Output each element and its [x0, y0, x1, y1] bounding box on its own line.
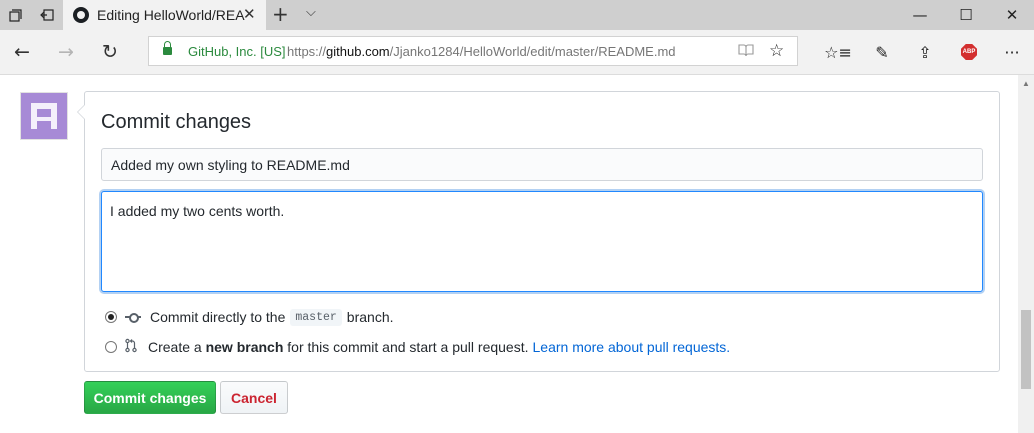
site-identity[interactable]: GitHub, Inc. [US] [188, 44, 286, 59]
web-notes-icon[interactable]: ✎ [868, 38, 896, 66]
new-branch-text-start: Create a [148, 339, 202, 355]
commit-icon [125, 312, 141, 323]
new-branch-radio[interactable] [105, 341, 117, 353]
commit-description-textarea[interactable]: I added my two cents worth. [101, 191, 983, 292]
scrollbar-thumb[interactable] [1021, 310, 1031, 389]
back-button[interactable]: ← [8, 38, 36, 66]
commit-heading: Commit changes [101, 111, 252, 133]
favorites-hub-icon[interactable]: ☆≡ [824, 38, 852, 66]
favorite-star-icon[interactable]: ☆ [769, 41, 784, 61]
new-tab-button[interactable]: + [272, 2, 289, 26]
commit-direct-radio[interactable] [105, 311, 117, 323]
commit-direct-text-end: branch. [346, 309, 394, 325]
commit-direct-text: Commit directly to the [150, 309, 286, 325]
maximize-button[interactable]: ☐ [943, 0, 989, 30]
set-aside-tabs-icon[interactable] [32, 0, 62, 30]
tab-close-icon[interactable]: ✕ [243, 5, 256, 23]
refresh-button[interactable]: ↻ [96, 38, 124, 66]
commit-summary-input[interactable] [101, 148, 983, 181]
commit-changes-button[interactable]: Commit changes [84, 381, 216, 414]
learn-more-pull-requests-link[interactable]: Learn more about pull requests. [533, 339, 731, 355]
new-branch-bold: new branch [205, 339, 284, 355]
url-host: github.com [326, 44, 390, 59]
lock-icon [163, 41, 172, 55]
browser-tab-active[interactable]: Editing HelloWorld/REA ✕ [63, 0, 266, 30]
new-branch-option[interactable]: Create a new branch for this commit and … [105, 336, 730, 358]
branch-name: master [290, 308, 342, 326]
scroll-up-arrow-icon[interactable]: ▲ [1018, 75, 1034, 91]
window-close-button[interactable]: ✕ [989, 0, 1034, 30]
url-path: /Jjanko1284/HelloWorld/edit/master/READM… [389, 44, 676, 59]
cancel-button[interactable]: Cancel [220, 381, 288, 414]
url-scheme: https:// [287, 44, 327, 59]
share-icon[interactable]: ⇪ [911, 38, 939, 66]
adblock-plus-icon[interactable]: ABP [961, 44, 977, 60]
minimize-button[interactable]: — [897, 0, 943, 30]
commit-direct-option[interactable]: Commit directly to the master branch. [105, 306, 394, 328]
github-icon [73, 7, 89, 23]
tab-list-chevron-icon[interactable]: ⌵ [306, 5, 316, 20]
git-pull-request-icon [125, 338, 139, 357]
more-menu-icon[interactable]: ··· [998, 38, 1026, 66]
tab-actions-icon[interactable] [0, 0, 30, 30]
navigation-bar: ← → ↻ GitHub, Inc. [US] https://github.c… [0, 30, 1034, 75]
url-text[interactable]: https://github.com/Jjanko1284/HelloWorld… [287, 44, 676, 59]
avatar-identicon[interactable] [21, 93, 67, 139]
tab-title: Editing HelloWorld/REA [97, 7, 245, 23]
tab-strip: Editing HelloWorld/REA ✕ + ⌵ — ☐ ✕ [0, 0, 1034, 30]
reading-view-icon[interactable] [738, 43, 754, 60]
address-bar[interactable]: GitHub, Inc. [US] https://github.com/Jja… [148, 36, 798, 66]
new-branch-text-end: for this commit and start a pull request… [287, 339, 529, 355]
forward-button[interactable]: → [52, 38, 80, 66]
